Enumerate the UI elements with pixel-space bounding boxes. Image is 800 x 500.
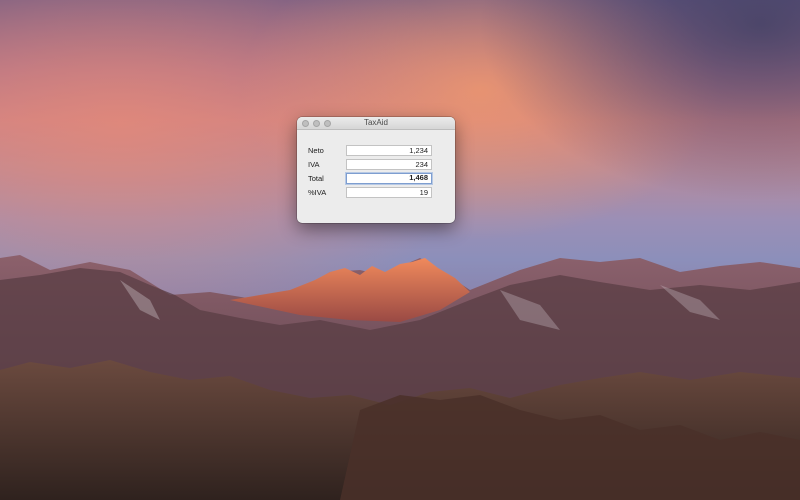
iva-percent-field[interactable]: 19	[346, 187, 432, 198]
row-iva-percent: %IVA 19	[297, 186, 455, 200]
total-label: Total	[308, 174, 324, 183]
window-title: TaxAid	[363, 118, 388, 127]
taxaid-window[interactable]: TaxAid Neto 1,234 IVA 234 Total 1,468 %I…	[297, 117, 455, 223]
iva-percent-label: %IVA	[308, 188, 327, 197]
iva-label: IVA	[308, 160, 320, 169]
neto-field[interactable]: 1,234	[346, 145, 432, 156]
neto-label: Neto	[308, 146, 324, 155]
row-total: Total 1,468	[297, 172, 455, 186]
window-titlebar[interactable]: TaxAid	[297, 117, 455, 130]
mountain-wallpaper	[0, 0, 800, 500]
tax-form: Neto 1,234 IVA 234 Total 1,468 %IVA 19	[297, 144, 455, 200]
row-iva: IVA 234	[297, 158, 455, 172]
desktop-wallpaper	[0, 0, 800, 500]
total-field[interactable]: 1,468	[346, 173, 432, 184]
row-neto: Neto 1,234	[297, 144, 455, 158]
iva-field[interactable]: 234	[346, 159, 432, 170]
